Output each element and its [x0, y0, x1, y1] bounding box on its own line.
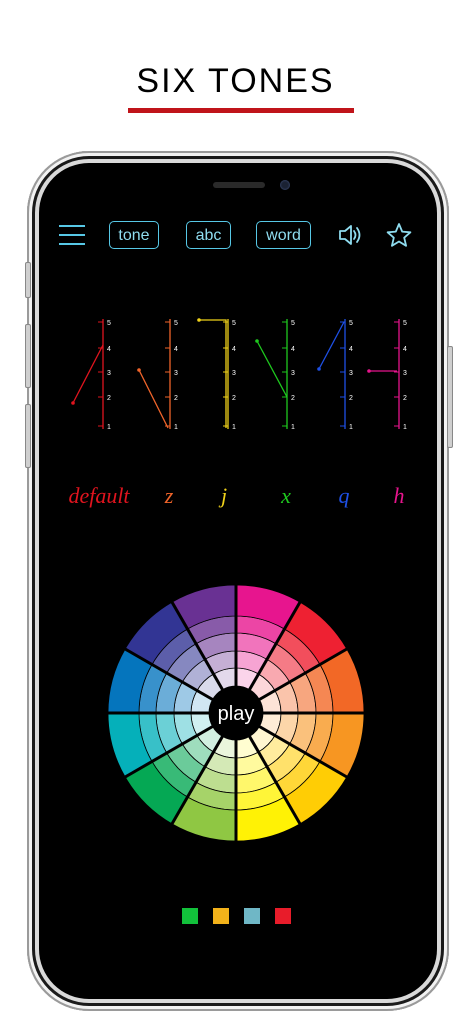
tone-contour-diagrams: 5 4 3 2 1 5 4 3 2 1 5 4 3 2 1 5 4 3 2 1 5 4 3 2 1 5 4 3 2 1	[71, 318, 407, 431]
scale-number: 4	[174, 346, 178, 353]
earpiece-speaker	[213, 182, 265, 188]
scale-number: 2	[403, 395, 407, 402]
page-title: SIX TONES	[136, 62, 335, 100]
tone-label-h[interactable]: h	[394, 483, 405, 509]
toolbar: tone abc word	[39, 220, 437, 252]
scale-number: 5	[403, 320, 407, 327]
star-outline-icon[interactable]	[386, 222, 412, 248]
color-swatch-4[interactable]	[275, 908, 291, 924]
tone-contour-line	[199, 319, 227, 428]
scale-number: 5	[174, 320, 178, 327]
tone-label-x[interactable]: x	[281, 483, 291, 509]
tone-label-default[interactable]: default	[68, 483, 129, 509]
color-swatch-3[interactable]	[244, 908, 260, 924]
contour-start-dot	[71, 401, 75, 405]
scale-number: 1	[291, 424, 295, 431]
tone-contour-line	[72, 344, 104, 404]
speaker-volume-icon[interactable]	[337, 222, 365, 248]
scale-number: 2	[232, 395, 236, 402]
tone-contour-line	[138, 369, 169, 429]
scale-number: 2	[174, 395, 178, 402]
scale-number: 5	[107, 320, 111, 327]
play-label[interactable]: play	[218, 703, 255, 725]
scale-number: 1	[349, 424, 353, 431]
contour-start-dot	[197, 318, 201, 322]
tone-label-j[interactable]: j	[221, 483, 227, 509]
scale-number: 3	[403, 370, 407, 377]
tone-contour-line	[256, 340, 288, 398]
contour-start-dot	[255, 339, 259, 343]
front-camera	[280, 180, 290, 190]
scale-number: 1	[107, 424, 111, 431]
scale-number: 5	[291, 320, 295, 327]
scale-number: 5	[349, 320, 353, 327]
scale-number: 2	[349, 395, 353, 402]
tone-diagram-3: 5 4 3 2 1	[197, 318, 236, 431]
title-underline	[128, 108, 354, 113]
color-swatch-2[interactable]	[213, 908, 229, 924]
hamburger-menu-icon[interactable]	[59, 224, 85, 246]
contour-start-dot	[367, 369, 371, 373]
scale-number: 3	[232, 370, 236, 377]
tone-diagram-4: 5 4 3 2 1	[255, 319, 295, 431]
scale-number: 2	[107, 395, 111, 402]
tone-diagram-2: 5 4 3 2 1	[137, 319, 178, 431]
tone-label-z[interactable]: z	[165, 483, 174, 509]
color-wheel[interactable]: play	[108, 585, 368, 845]
phone-silent-switch	[25, 262, 31, 298]
scale-number: 3	[107, 370, 111, 377]
scale-number: 3	[349, 370, 353, 377]
contour-start-dot	[137, 368, 141, 372]
phone-volume-up	[25, 324, 31, 388]
tone-label-q[interactable]: q	[339, 483, 350, 509]
tone-diagram-1: 5 4 3 2 1	[71, 319, 111, 431]
word-button[interactable]: word	[256, 221, 311, 249]
scale-number: 4	[403, 346, 407, 353]
scale-number: 4	[107, 346, 111, 353]
tone-button[interactable]: tone	[109, 221, 159, 249]
scale-number: 2	[291, 395, 295, 402]
color-swatch-1[interactable]	[182, 908, 198, 924]
scale-number: 4	[349, 346, 353, 353]
tone-contour-line	[318, 321, 345, 370]
scale-number: 1	[232, 424, 236, 431]
scale-number: 4	[232, 346, 236, 353]
scale-number: 3	[174, 370, 178, 377]
scale-number: 5	[232, 320, 236, 327]
scale-number: 1	[403, 424, 407, 431]
phone-volume-down	[25, 404, 31, 468]
scale-number: 3	[291, 370, 295, 377]
contour-start-dot	[317, 367, 321, 371]
tone-diagram-5: 5 4 3 2 1	[317, 319, 353, 431]
phone-power-button	[447, 346, 453, 448]
tone-diagram-6: 5 4 3 2 1	[367, 319, 407, 431]
phone-screen: tone abc word 54321543215432154321543215…	[39, 163, 437, 999]
scale-number: 4	[291, 346, 295, 353]
abc-button[interactable]: abc	[186, 221, 231, 249]
scale-number: 1	[174, 424, 178, 431]
